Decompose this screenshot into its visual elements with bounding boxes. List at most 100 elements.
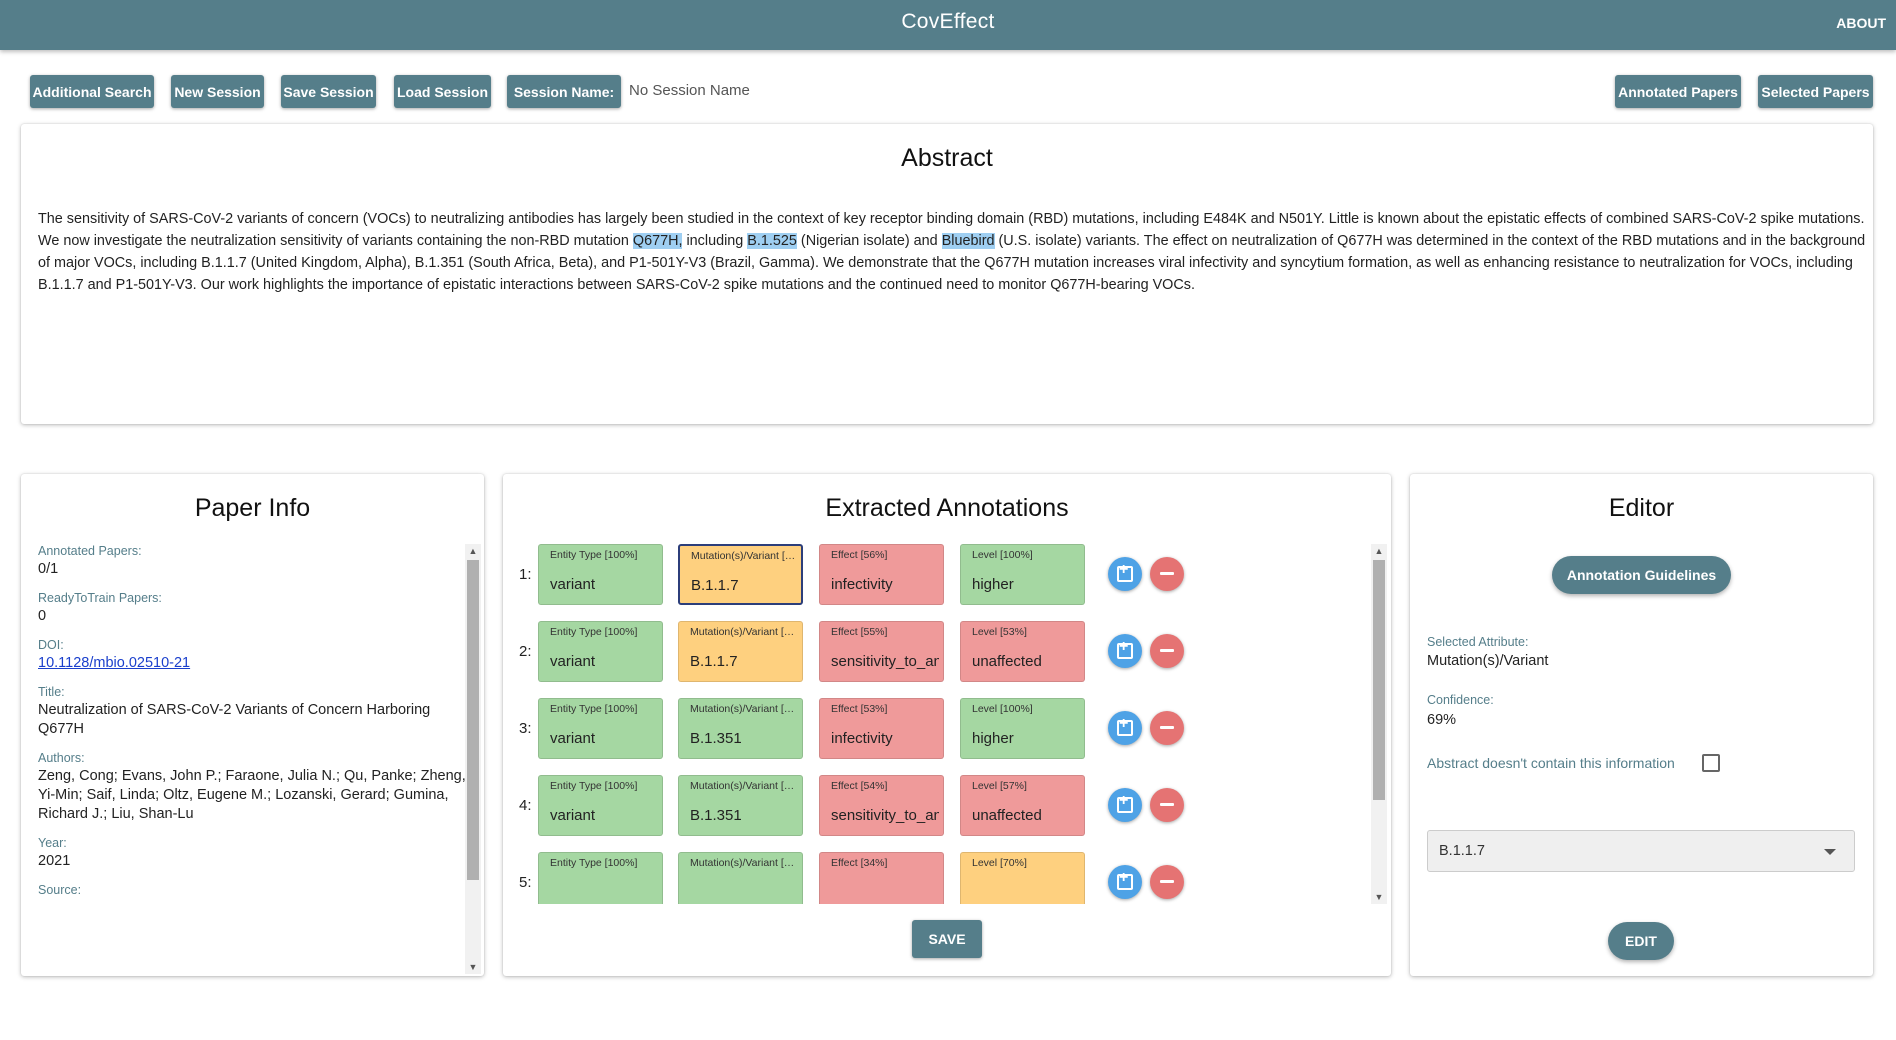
level-cell[interactable]: Level [100%] higher (960, 544, 1085, 605)
load-session-button[interactable]: Load Session (394, 75, 491, 108)
selected-attribute-value: Mutation(s)/Variant (1427, 653, 1549, 669)
level-cell[interactable]: Level [100%] higher (960, 698, 1085, 759)
attribute-value-selected: B.1.1.7 (1439, 843, 1485, 859)
add-row-icon[interactable] (1108, 865, 1142, 899)
scroll-up-arrow-icon[interactable]: ▲ (465, 544, 481, 558)
highlighted-entity[interactable]: Bluebird (941, 233, 995, 249)
attribute-value-select[interactable]: B.1.1.7 (1427, 830, 1855, 872)
mutation-variant-cell[interactable]: Mutation(s)/Variant [100%] B.1.351 (678, 698, 803, 759)
cell-value: higher (972, 576, 1014, 593)
annotation-guidelines-button[interactable]: Annotation Guidelines (1552, 556, 1731, 594)
annotation-row: 1: Entity Type [100%] variant Mutation(s)/V… (503, 544, 1363, 606)
no-info-checkbox[interactable] (1702, 754, 1720, 772)
annotations-title: Extracted Annotations (825, 494, 1069, 522)
new-session-button[interactable]: New Session (171, 75, 264, 108)
paper-info-value: 0 (38, 608, 47, 624)
scroll-down-arrow-icon[interactable]: ▼ (1371, 890, 1387, 904)
paper-info-value: 0/1 (38, 561, 59, 577)
effect-cell[interactable]: Effect [54%] sensitivity_to_antibody (819, 775, 944, 836)
paper-info-value: 2021 (38, 853, 71, 869)
add-row-icon[interactable] (1108, 557, 1142, 591)
save-session-button[interactable]: Save Session (281, 75, 376, 108)
row-number: 5: (519, 874, 532, 891)
mutation-variant-cell[interactable]: Mutation(s)/Variant [100%] B.1.351 (678, 775, 803, 836)
scrollbar-thumb[interactable] (467, 560, 479, 880)
mutation-variant-cell[interactable]: Mutation(s)/Variant [69%] B.1.1.7 (678, 621, 803, 682)
cell-label: Level [57%] (972, 780, 1027, 792)
paper-info-label: Authors: (38, 751, 85, 765)
editor-title: Editor (1608, 494, 1675, 522)
selected-papers-button[interactable]: Selected Papers (1758, 75, 1873, 108)
edit-button[interactable]: EDIT (1608, 922, 1674, 960)
cell-value: B.1.1.7 (690, 653, 738, 670)
scroll-up-arrow-icon[interactable]: ▲ (1371, 544, 1387, 558)
effect-cell[interactable]: Effect [53%] infectivity (819, 698, 944, 759)
cell-value: infectivity (831, 576, 893, 593)
effect-cell[interactable]: Effect [56%] infectivity (819, 544, 944, 605)
cell-value: unaffected (972, 807, 1042, 824)
cell-label: Entity Type [100%] (550, 780, 638, 792)
paper-info-label: ReadyToTrain Papers: (38, 591, 162, 605)
entity-type-cell[interactable]: Entity Type [100%] variant (538, 775, 663, 836)
highlighted-entity[interactable]: B.1.525 (747, 233, 797, 249)
effect-cell[interactable]: Effect [55%] sensitivity_to_antibody (819, 621, 944, 682)
annotated-papers-button[interactable]: Annotated Papers (1615, 75, 1741, 108)
row-number: 3: (519, 720, 532, 737)
remove-row-icon[interactable] (1150, 865, 1184, 899)
additional-search-button[interactable]: Additional Search (30, 75, 154, 108)
app-bar: CovEffect ABOUT (0, 0, 1896, 50)
annotations-card: Extracted Annotations 1: Entity Type [100… (503, 474, 1391, 976)
cell-label: Effect [53%] (831, 703, 888, 715)
add-row-icon[interactable] (1108, 788, 1142, 822)
highlighted-entity[interactable]: Q677H, (632, 233, 683, 249)
remove-row-icon[interactable] (1150, 557, 1184, 591)
level-cell[interactable]: Level [70%] (960, 852, 1085, 904)
cell-label: Mutation(s)/Variant [100%] (690, 703, 798, 715)
paper-info-title: Paper Info (194, 494, 311, 522)
level-cell[interactable]: Level [57%] unaffected (960, 775, 1085, 836)
app-title: CovEffect (901, 10, 995, 33)
entity-type-cell[interactable]: Entity Type [100%] variant (538, 621, 663, 682)
row-number: 2: (519, 643, 532, 660)
cell-label: Entity Type [100%] (550, 549, 638, 561)
session-name-button[interactable]: Session Name: (507, 75, 621, 108)
annotation-row: 5: Entity Type [100%] Mutation(s)/Variant … (503, 852, 1363, 904)
annotations-scrollbar[interactable]: ▲ ▼ (1371, 544, 1387, 904)
about-link[interactable]: ABOUT (1836, 15, 1886, 31)
doi-link[interactable]: 10.1128/mbio.02510-21 (38, 654, 478, 673)
cell-value: B.1.351 (690, 807, 742, 824)
remove-row-icon[interactable] (1150, 634, 1184, 668)
save-annotations-button[interactable]: SAVE (912, 920, 982, 958)
paper-info-label: Year: (38, 836, 67, 850)
entity-type-cell[interactable]: Entity Type [100%] (538, 852, 663, 904)
abstract-title: Abstract (901, 144, 993, 172)
abstract-card: Abstract The sensitivity of SARS-CoV-2 v… (21, 124, 1873, 424)
scrollbar-thumb[interactable] (1373, 560, 1385, 800)
cell-label: Entity Type [100%] (550, 703, 638, 715)
cell-label: Mutation(s)/Variant [69%] (691, 550, 799, 562)
scroll-down-arrow-icon[interactable]: ▼ (465, 960, 481, 974)
abstract-text: The sensitivity of SARS-CoV-2 variants o… (38, 208, 1880, 296)
paper-info-label: DOI: (38, 638, 64, 652)
remove-row-icon[interactable] (1150, 711, 1184, 745)
paper-info-label: Annotated Papers: (38, 544, 142, 558)
no-info-label: Abstract doesn't contain this informatio… (1427, 755, 1675, 771)
entity-type-cell[interactable]: Entity Type [100%] variant (538, 698, 663, 759)
add-row-icon[interactable] (1108, 634, 1142, 668)
entity-type-cell[interactable]: Entity Type [100%] variant (538, 544, 663, 605)
effect-cell[interactable]: Effect [34%] (819, 852, 944, 904)
session-name-value: No Session Name (629, 82, 750, 99)
cell-value: B.1.351 (690, 730, 742, 747)
cell-label: Entity Type [100%] (550, 857, 638, 869)
level-cell[interactable]: Level [53%] unaffected (960, 621, 1085, 682)
cell-value: variant (550, 807, 596, 824)
add-row-icon[interactable] (1108, 711, 1142, 745)
remove-row-icon[interactable] (1150, 788, 1184, 822)
mutation-variant-cell[interactable]: Mutation(s)/Variant [100%] (678, 852, 803, 904)
cell-label: Level [100%] (972, 549, 1033, 561)
cell-value: sensitivity_to_antibody (831, 807, 939, 824)
mutation-variant-cell[interactable]: Mutation(s)/Variant [69%] B.1.1.7 (678, 544, 803, 605)
paper-info-scrollbar[interactable]: ▲ ▼ (465, 544, 481, 974)
cell-label: Level [100%] (972, 703, 1033, 715)
cell-label: Mutation(s)/Variant [69%] (690, 626, 798, 638)
